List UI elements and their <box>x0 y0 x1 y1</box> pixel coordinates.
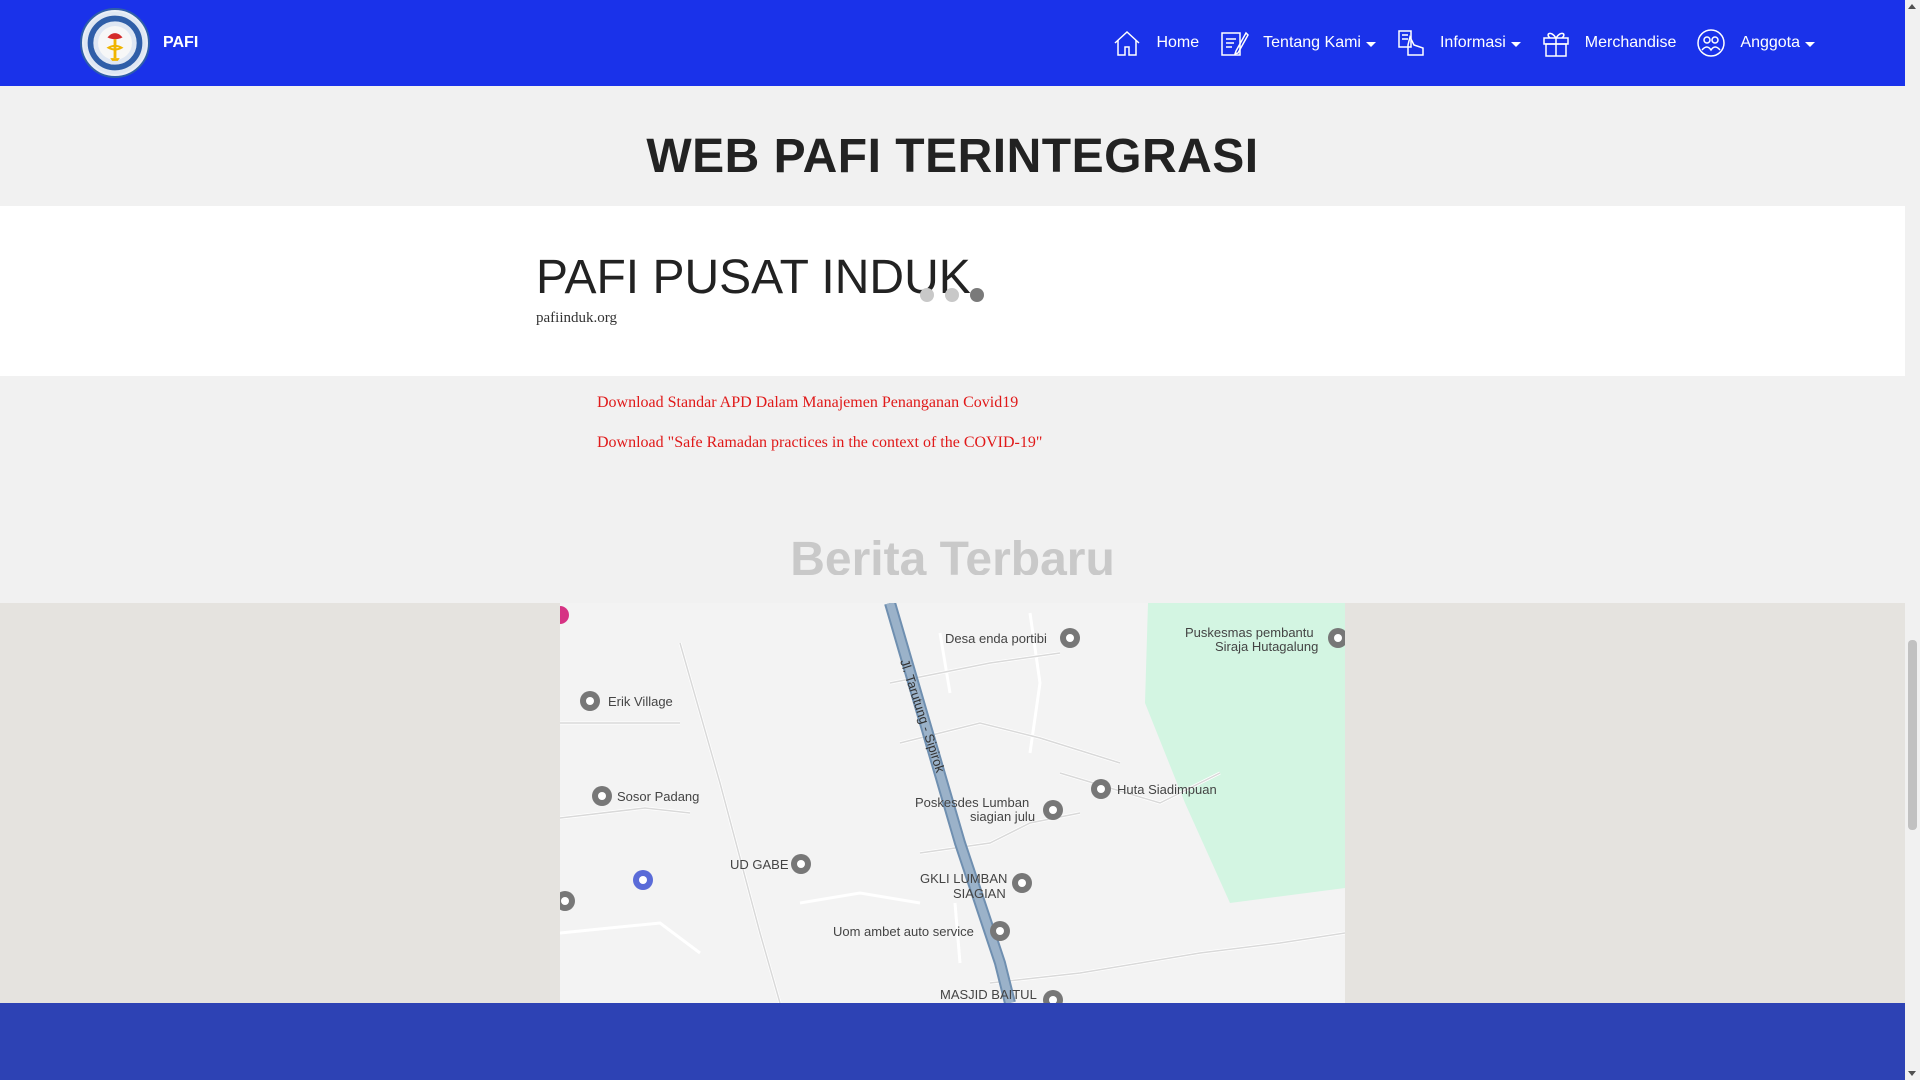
scrollbar-thumb[interactable] <box>1908 640 1917 830</box>
slide-title: PAFI PUSAT INDUK <box>536 251 971 304</box>
chevron-down-icon <box>1805 41 1815 47</box>
map-label-masjid: MASJID BAITUL <box>940 987 1037 1002</box>
brand-name[interactable]: PAFI <box>163 34 198 52</box>
scroll-down-icon[interactable] <box>1908 1071 1916 1076</box>
carousel-dot-2[interactable] <box>945 288 959 302</box>
map-label-gkli-1: GKLI LUMBAN <box>920 871 1007 886</box>
map-label-erik: Erik Village <box>608 694 673 709</box>
nav-informasi-label: Informasi <box>1439 34 1506 51</box>
carousel: PAFI PUSAT INDUK pafiinduk.org <box>0 206 1905 376</box>
map-pin-icon <box>791 854 811 874</box>
nav-tentang-kami-label: Tentang Kami <box>1263 34 1361 51</box>
map-pin-icon <box>580 691 600 711</box>
carousel-dot-1[interactable] <box>920 288 934 302</box>
map-pin-icon <box>1060 628 1080 648</box>
map-section: Jl. Tarutung - Sipirok Desa enda portibi… <box>0 603 1905 1003</box>
pafi-logo[interactable] <box>80 8 150 78</box>
members-icon <box>1697 29 1726 57</box>
nav-merchandise-label: Merchandise <box>1584 34 1677 51</box>
main-menu: Home Tentang Kami Informasi Merchandise … <box>1092 0 1815 86</box>
page: PAFI Home Tentang Kami Informasi Merchan… <box>0 0 1905 1080</box>
news-heading-wrap: Berita Terbaru <box>0 532 1905 575</box>
downloads-section: Download Standar APD Dalam Manajemen Pen… <box>0 376 1905 603</box>
embedded-map[interactable]: Jl. Tarutung - Sipirok Desa enda portibi… <box>560 603 1345 1003</box>
vertical-scrollbar[interactable] <box>1905 0 1920 1080</box>
gift-icon <box>1543 32 1569 57</box>
chevron-down-icon <box>1365 41 1376 47</box>
home-icon <box>1114 30 1140 56</box>
chevron-down-icon <box>1510 41 1521 47</box>
map-pin-icon <box>990 921 1010 941</box>
map-pin-icon <box>633 870 653 890</box>
map-label-huta: Huta Siadimpuan <box>1117 782 1217 797</box>
hero-section: WEB PAFI TERINTEGRASI <box>0 86 1905 206</box>
map-pin-icon <box>592 786 612 806</box>
map-label-puskesmas-1: Puskesmas pembantu <box>1185 625 1314 640</box>
nav-anggota-label: Anggota <box>1740 34 1800 51</box>
map-pin-icon <box>1043 800 1063 820</box>
map-pin-icon <box>1091 779 1111 799</box>
nav-home[interactable]: Home <box>1112 28 1199 58</box>
map-label-poskesdes-1: Poskesdes Lumban <box>915 795 1029 810</box>
download-link-apd[interactable]: Download Standar APD Dalam Manajemen Pen… <box>597 394 1018 412</box>
edit-document-icon <box>1221 31 1250 56</box>
footer <box>0 1003 1905 1080</box>
carousel-dot-3[interactable] <box>970 288 984 302</box>
news-heading: Berita Terbaru <box>790 533 1115 575</box>
map-label-poskesdes-2: siagian julu <box>970 809 1035 824</box>
nav-informasi[interactable]: Informasi <box>1396 28 1521 58</box>
slide-subtitle: pafiinduk.org <box>536 310 617 326</box>
map-label-puskesmas-2: Siraja Hutagalung <box>1215 639 1318 654</box>
download-link-ramadan[interactable]: Download "Safe Ramadan practices in the … <box>597 434 1042 452</box>
nav-merchandise[interactable]: Merchandise <box>1541 28 1677 58</box>
page-title: WEB PAFI TERINTEGRASI <box>646 130 1259 183</box>
nav-anggota[interactable]: Anggota <box>1696 28 1815 58</box>
scroll-up-icon[interactable] <box>1908 4 1916 9</box>
map-label-sosor: Sosor Padang <box>617 789 699 804</box>
map-pin-icon <box>1012 873 1032 893</box>
map-label-uom: Uom ambet auto service <box>833 924 974 939</box>
pointer-info-icon <box>1398 30 1424 56</box>
top-navbar: PAFI Home Tentang Kami Informasi Merchan… <box>0 0 1905 86</box>
map-label-desa: Desa enda portibi <box>945 631 1047 646</box>
carousel-indicators <box>920 288 995 302</box>
map-label-gkli-2: SIAGIAN <box>953 886 1006 901</box>
map-label-udgabe: UD GABE <box>730 857 789 872</box>
nav-home-label: Home <box>1156 34 1200 51</box>
nav-tentang-kami[interactable]: Tentang Kami <box>1219 28 1376 58</box>
